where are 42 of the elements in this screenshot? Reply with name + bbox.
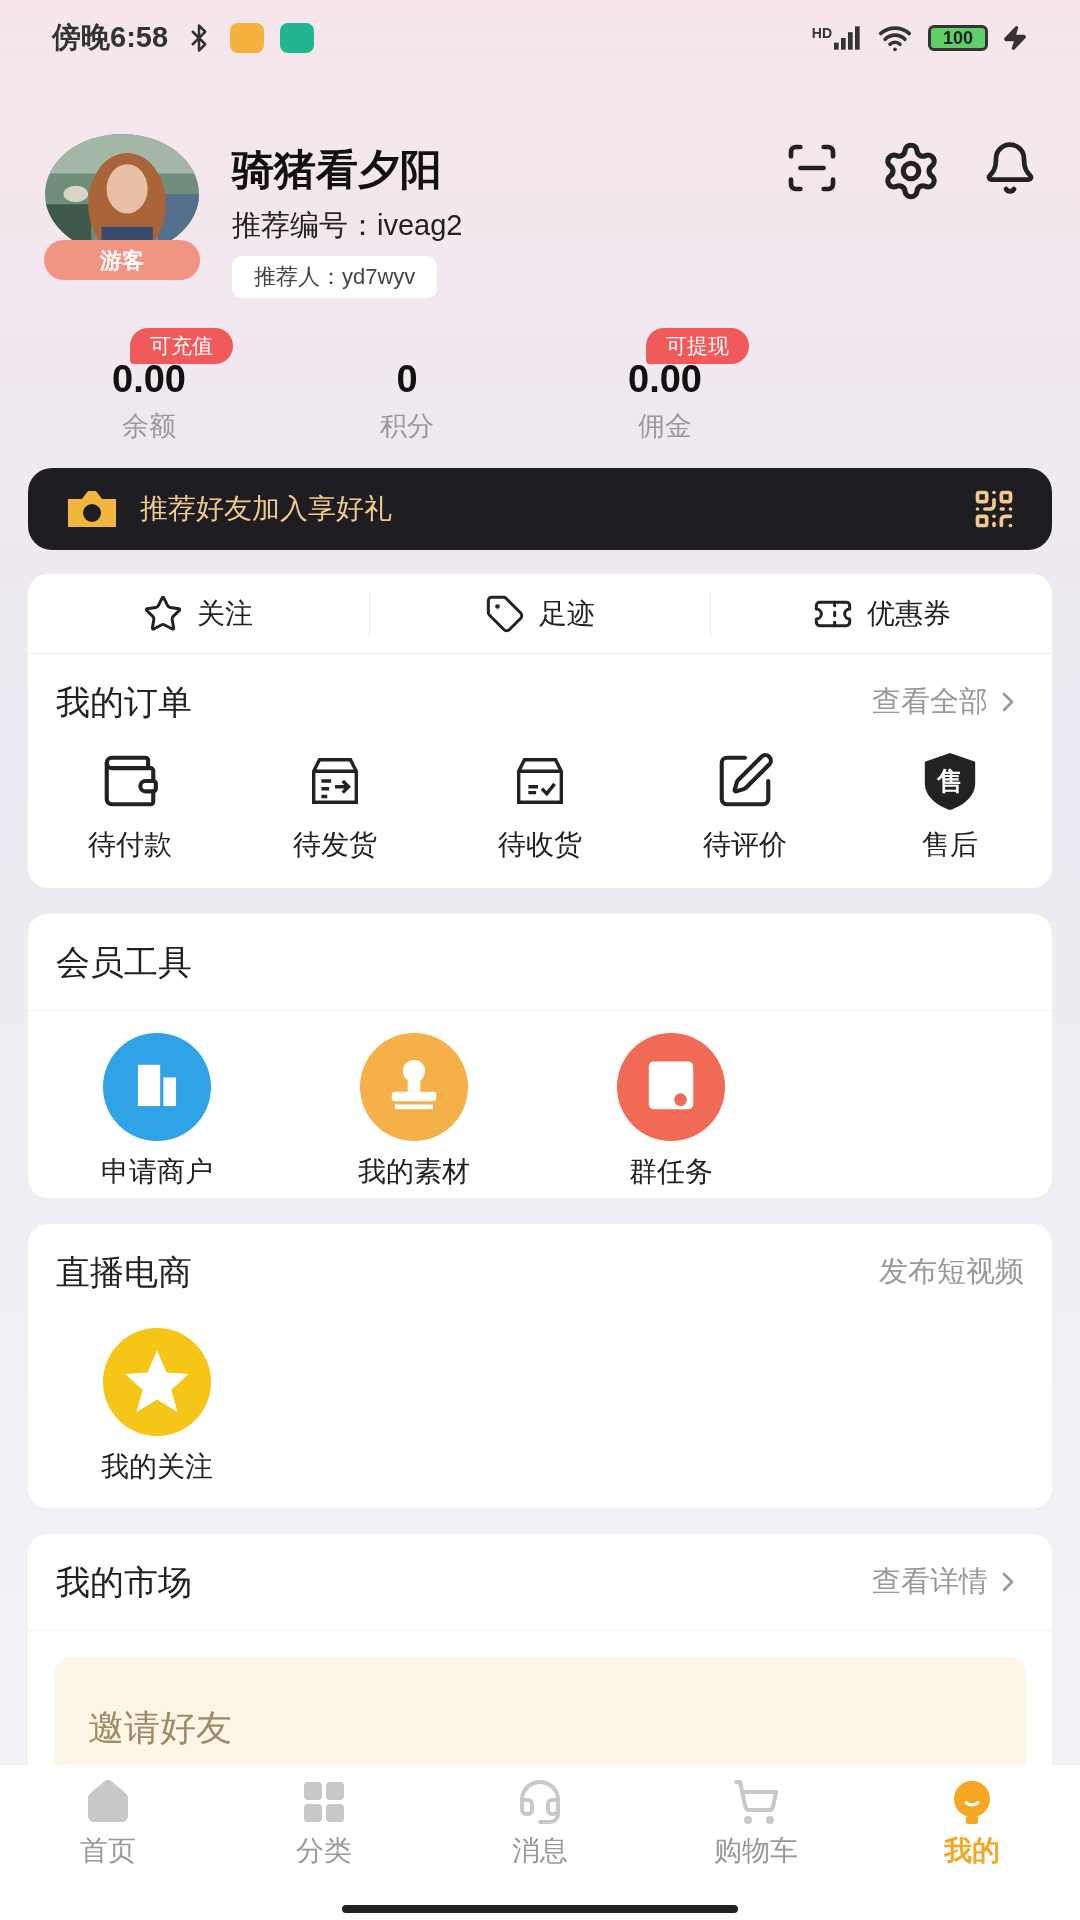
stat-value: 0 <box>396 356 418 402</box>
section-title: 会员工具 <box>56 941 192 983</box>
status-time: 傍晚6:58 <box>52 20 169 56</box>
shield-app-icon <box>280 23 315 53</box>
cart-icon <box>732 1778 780 1826</box>
stat-label: 余额 <box>122 409 176 443</box>
invite-banner[interactable]: 推荐好友加入享好礼 <box>28 468 1052 550</box>
user-name: 骑猪看夕阳 <box>232 145 443 195</box>
order-status-item[interactable]: 待付款 <box>28 750 233 866</box>
network-type: HD <box>811 26 832 40</box>
banner-text: 推荐好友加入享好礼 <box>140 492 393 526</box>
quick-link[interactable]: 优惠券 <box>711 592 1052 635</box>
stamp-icon <box>359 1033 468 1141</box>
referral-code: 推荐编号：iveag2 <box>232 208 464 243</box>
section-title: 我的市场 <box>56 1561 192 1603</box>
stat-label: 积分 <box>380 409 434 443</box>
stat-label: 佣金 <box>638 409 692 443</box>
battery-indicator: 100 <box>928 25 988 51</box>
order-status-item[interactable]: 待评价 <box>642 750 848 866</box>
order-status-item[interactable]: 待收货 <box>437 750 643 866</box>
referrer-chip: 推荐人：yd7wyv <box>232 255 438 298</box>
tool-item[interactable]: 群任务 <box>542 1033 799 1193</box>
order-status-item[interactable]: 待发货 <box>232 750 438 866</box>
message-app-icon <box>230 23 265 53</box>
task-icon <box>616 1033 725 1141</box>
stat-badge: 可充值 <box>130 327 233 364</box>
charging-icon <box>1002 23 1028 53</box>
section-title: 我的订单 <box>56 681 192 723</box>
tool-item[interactable]: 我的素材 <box>285 1033 542 1193</box>
role-badge: 游客 <box>44 240 200 280</box>
tag-icon <box>485 593 525 634</box>
star-icon <box>143 593 184 634</box>
signal-icon <box>834 26 862 50</box>
tool-item[interactable]: 我的关注 <box>28 1328 285 1488</box>
section-title: 直播电商 <box>56 1251 192 1293</box>
invite-title: 邀请好友 <box>88 1707 232 1748</box>
tool-item[interactable]: 申请商户 <box>28 1033 285 1193</box>
order-status-item[interactable]: 售 售后 <box>847 750 1052 866</box>
stat-badge: 可提现 <box>646 327 749 364</box>
building-icon <box>102 1033 211 1141</box>
quick-link[interactable]: 足迹 <box>369 592 711 635</box>
quick-link[interactable]: 关注 <box>28 592 369 635</box>
